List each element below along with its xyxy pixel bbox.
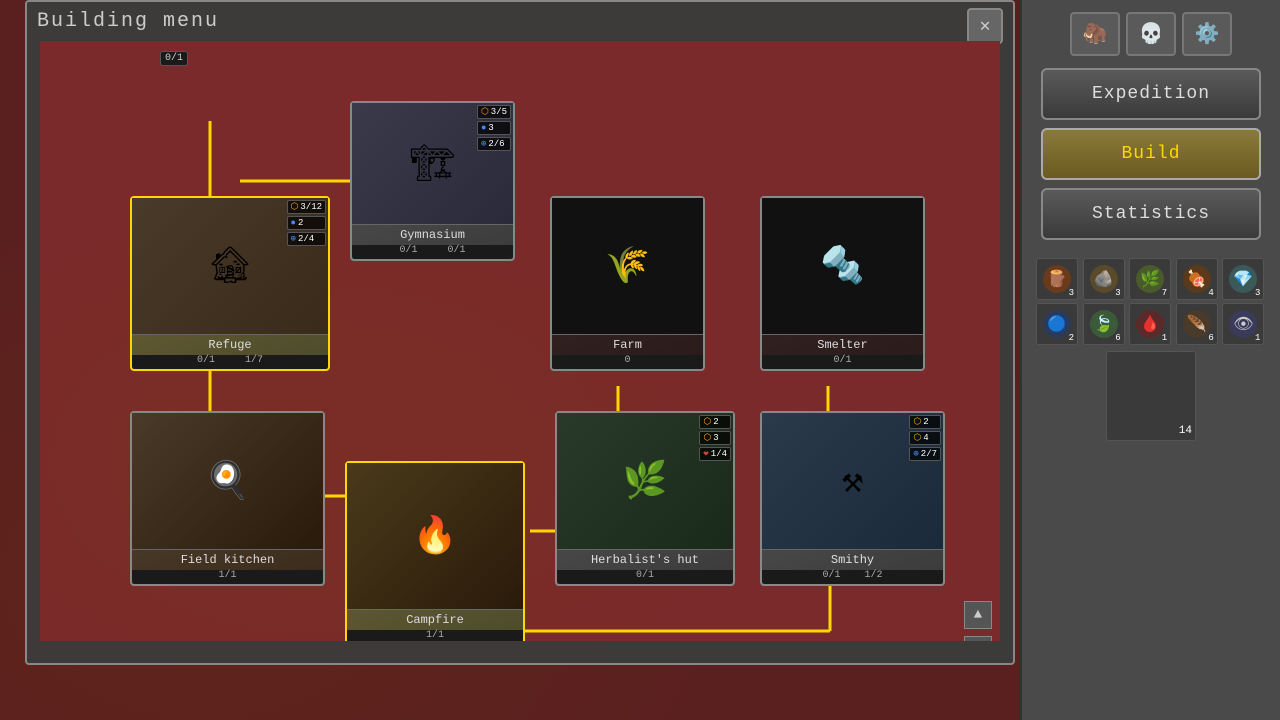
resource-grid-row2: 🔵 2 🍃 6 🩸 1 🪶 6 👁 1	[1036, 303, 1266, 345]
campfire-bottom-stat: 1/1	[347, 630, 523, 641]
resource-slot-7: 🍃 6	[1083, 303, 1125, 345]
farm-name: Farm	[607, 335, 648, 355]
herbalists-hut-bottom-stat: 0/1	[557, 570, 733, 584]
refuge-bottom-stat: 0/1 1/7	[132, 355, 328, 369]
field-kitchen-card[interactable]: 🍳 Field kitchen 1/1	[130, 411, 325, 586]
statistics-button[interactable]: Statistics	[1041, 188, 1261, 240]
scroll-down-button[interactable]: ▼	[964, 636, 992, 641]
herbalists-hut-card[interactable]: 🌿 ⬡2 ⬡3 ❤1/4 Herbalist's hut 0/1	[555, 411, 735, 586]
settings-icon[interactable]: ⚙️	[1182, 12, 1232, 56]
gymnasium-bottom-stat: 0/1 0/1	[352, 245, 513, 259]
large-resource-area: 14	[1106, 348, 1196, 441]
campfire-card[interactable]: 🔥 Campfire 1/1	[345, 461, 525, 641]
smithy-image: ⚒ ⬡2 ⬡4 ⊕2/7	[762, 413, 943, 550]
smelter-image: 🔩	[762, 198, 923, 335]
close-button[interactable]: ✕	[967, 8, 1003, 44]
resource-slot-2: 🪨 3	[1083, 258, 1125, 300]
smithy-bottom-stat: 0/1 1/2	[762, 570, 943, 584]
field-kitchen-name: Field kitchen	[175, 550, 281, 570]
menu-content: 0/1 🏗 ⬡3/5 ●3 ⊕2/6 Gymnasium 0/1 0/1	[40, 41, 1000, 641]
gymnasium-image: 🏗 ⬡3/5 ●3 ⊕2/6	[352, 103, 513, 225]
skull-icon[interactable]: 💀	[1126, 12, 1176, 56]
resource-slot-4: 🍖 4	[1176, 258, 1218, 300]
mammoth-icon[interactable]: 🦣	[1070, 12, 1120, 56]
smelter-name: Smelter	[811, 335, 873, 355]
field-kitchen-bottom-stat: 1/1	[132, 570, 323, 584]
farm-image: 🌾	[552, 198, 703, 335]
resource-slot-5: 💎 3	[1222, 258, 1264, 300]
campfire-name: Campfire	[400, 610, 470, 630]
herbalists-hut-image: 🌿 ⬡2 ⬡3 ❤1/4	[557, 413, 733, 550]
resource-slot-3: 🌿 7	[1129, 258, 1171, 300]
scroll-up-button[interactable]: ▲	[964, 601, 992, 629]
resource-slot-6: 🔵 2	[1036, 303, 1078, 345]
top-stat-badge: 0/1	[160, 51, 188, 66]
campfire-image: 🔥	[347, 463, 523, 610]
farm-bottom-stat: 0	[552, 355, 703, 369]
smelter-bottom-stat: 0/1	[762, 355, 923, 369]
field-kitchen-image: 🍳	[132, 413, 323, 550]
smithy-stats: ⬡2 ⬡4 ⊕2/7	[909, 415, 941, 461]
resource-slot-8: 🩸 1	[1129, 303, 1171, 345]
menu-title: Building menu	[27, 0, 229, 43]
building-menu: Building menu ✕ 0/1	[25, 0, 1015, 665]
refuge-name: Refuge	[202, 335, 257, 355]
refuge-image: 🏚 ⬡3/12 ●2 ⊕2/4	[132, 198, 328, 335]
build-button[interactable]: Build	[1041, 128, 1261, 180]
resource-grid-row1: 🪵 3 🪨 3 🌿 7 🍖 4 💎 3	[1036, 258, 1266, 300]
refuge-stats: ⬡3/12 ●2 ⊕2/4	[287, 200, 326, 246]
gymnasium-card[interactable]: 🏗 ⬡3/5 ●3 ⊕2/6 Gymnasium 0/1 0/1	[350, 101, 515, 261]
gymnasium-name: Gymnasium	[394, 225, 471, 245]
expedition-button[interactable]: Expedition	[1041, 68, 1261, 120]
herbalists-stats: ⬡2 ⬡3 ❤1/4	[699, 415, 731, 461]
smithy-card[interactable]: ⚒ ⬡2 ⬡4 ⊕2/7 Smithy 0/1 1/2	[760, 411, 945, 586]
right-panel: 🦣 💀 ⚙️ Expedition Build Statistics 🪵 3 🪨…	[1020, 0, 1280, 720]
large-resource-slot: 14	[1106, 351, 1196, 441]
herbalists-hut-name: Herbalist's hut	[585, 550, 705, 570]
gymnasium-stats: ⬡3/5 ●3 ⊕2/6	[477, 105, 511, 151]
resource-slot-10: 👁 1	[1222, 303, 1264, 345]
smelter-card[interactable]: 🔩 Smelter 0/1	[760, 196, 925, 371]
farm-card[interactable]: 🌾 Farm 0	[550, 196, 705, 371]
refuge-card[interactable]: 🏚 ⬡3/12 ●2 ⊕2/4 Refuge 0/1 1/7	[130, 196, 330, 371]
panel-icon-row: 🦣 💀 ⚙️	[1070, 12, 1232, 56]
resource-slot-1: 🪵 3	[1036, 258, 1078, 300]
smithy-name: Smithy	[825, 550, 880, 570]
resource-slot-9: 🪶 6	[1176, 303, 1218, 345]
